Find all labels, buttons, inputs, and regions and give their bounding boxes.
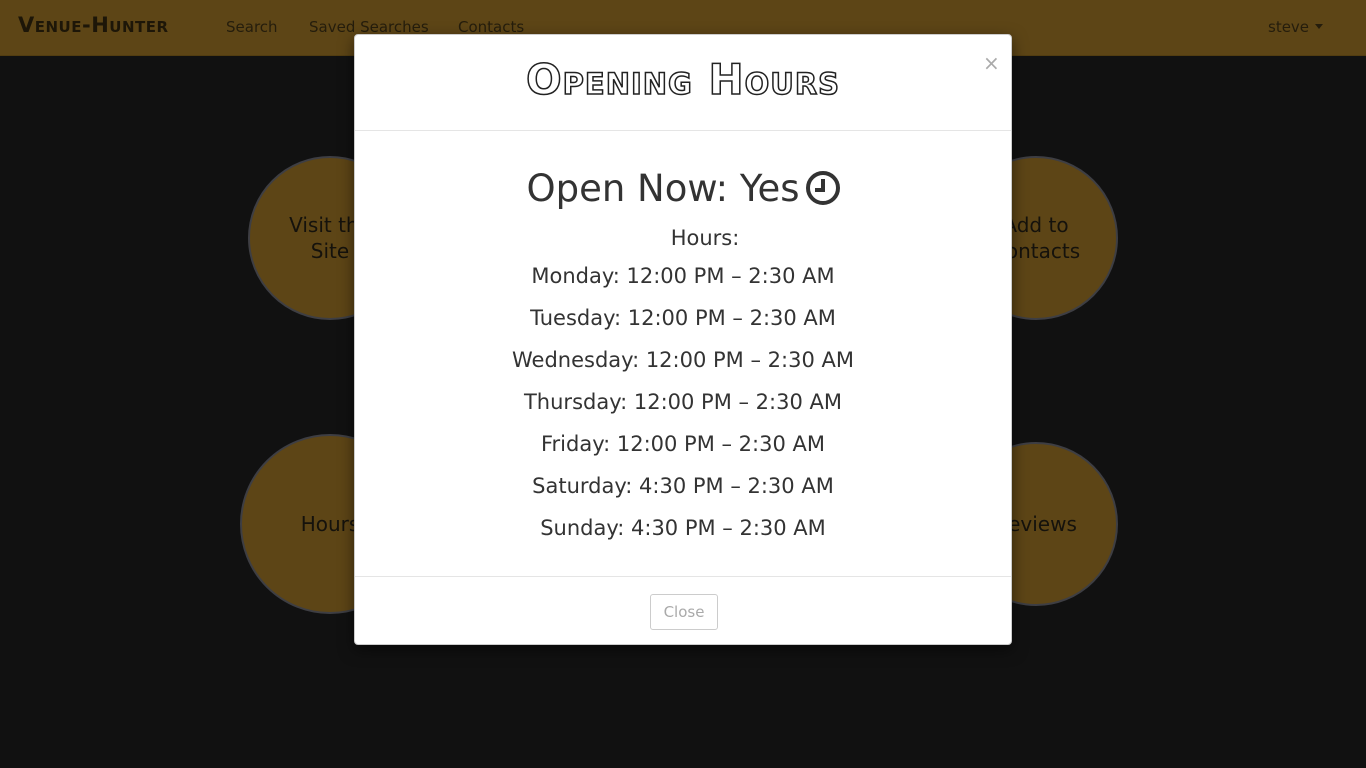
hours-row-tuesday: Tuesday: 12:00 PM – 2:30 AM: [530, 306, 836, 330]
close-icon[interactable]: ×: [983, 51, 1000, 75]
modal-header: Opening Hours ×: [355, 35, 1011, 131]
hours-row-thursday: Thursday: 12:00 PM – 2:30 AM: [523, 390, 842, 414]
modal-footer: Close: [355, 577, 1011, 645]
hours-row-friday: Friday: 12:00 PM – 2:30 AM: [540, 432, 825, 456]
open-now-status: Open Now: Yes: [355, 167, 1011, 210]
modal-body: Open Now: Yes Hours: Monday: 12:00 PM – …: [355, 131, 1011, 577]
open-now-text: Open Now: Yes: [526, 167, 800, 210]
close-button[interactable]: Close: [650, 594, 718, 630]
hours-list: Monday: 12:00 PM – 2:30 AM Tuesday: 12:0…: [355, 264, 1011, 558]
modal-title: Opening Hours: [525, 54, 841, 105]
hours-row-wednesday: Wednesday: 12:00 PM – 2:30 AM: [512, 348, 854, 372]
hours-row-sunday: Sunday: 4:30 PM – 2:30 AM: [540, 516, 826, 540]
hours-label: Hours:: [670, 226, 740, 250]
hours-row-monday: Monday: 12:00 PM – 2:30 AM: [531, 264, 835, 288]
opening-hours-modal: Opening Hours × Open Now: Yes Hours: Mon…: [354, 34, 1012, 645]
clock-icon: [805, 171, 840, 205]
hours-row-saturday: Saturday: 4:30 PM – 2:30 AM: [532, 474, 834, 498]
